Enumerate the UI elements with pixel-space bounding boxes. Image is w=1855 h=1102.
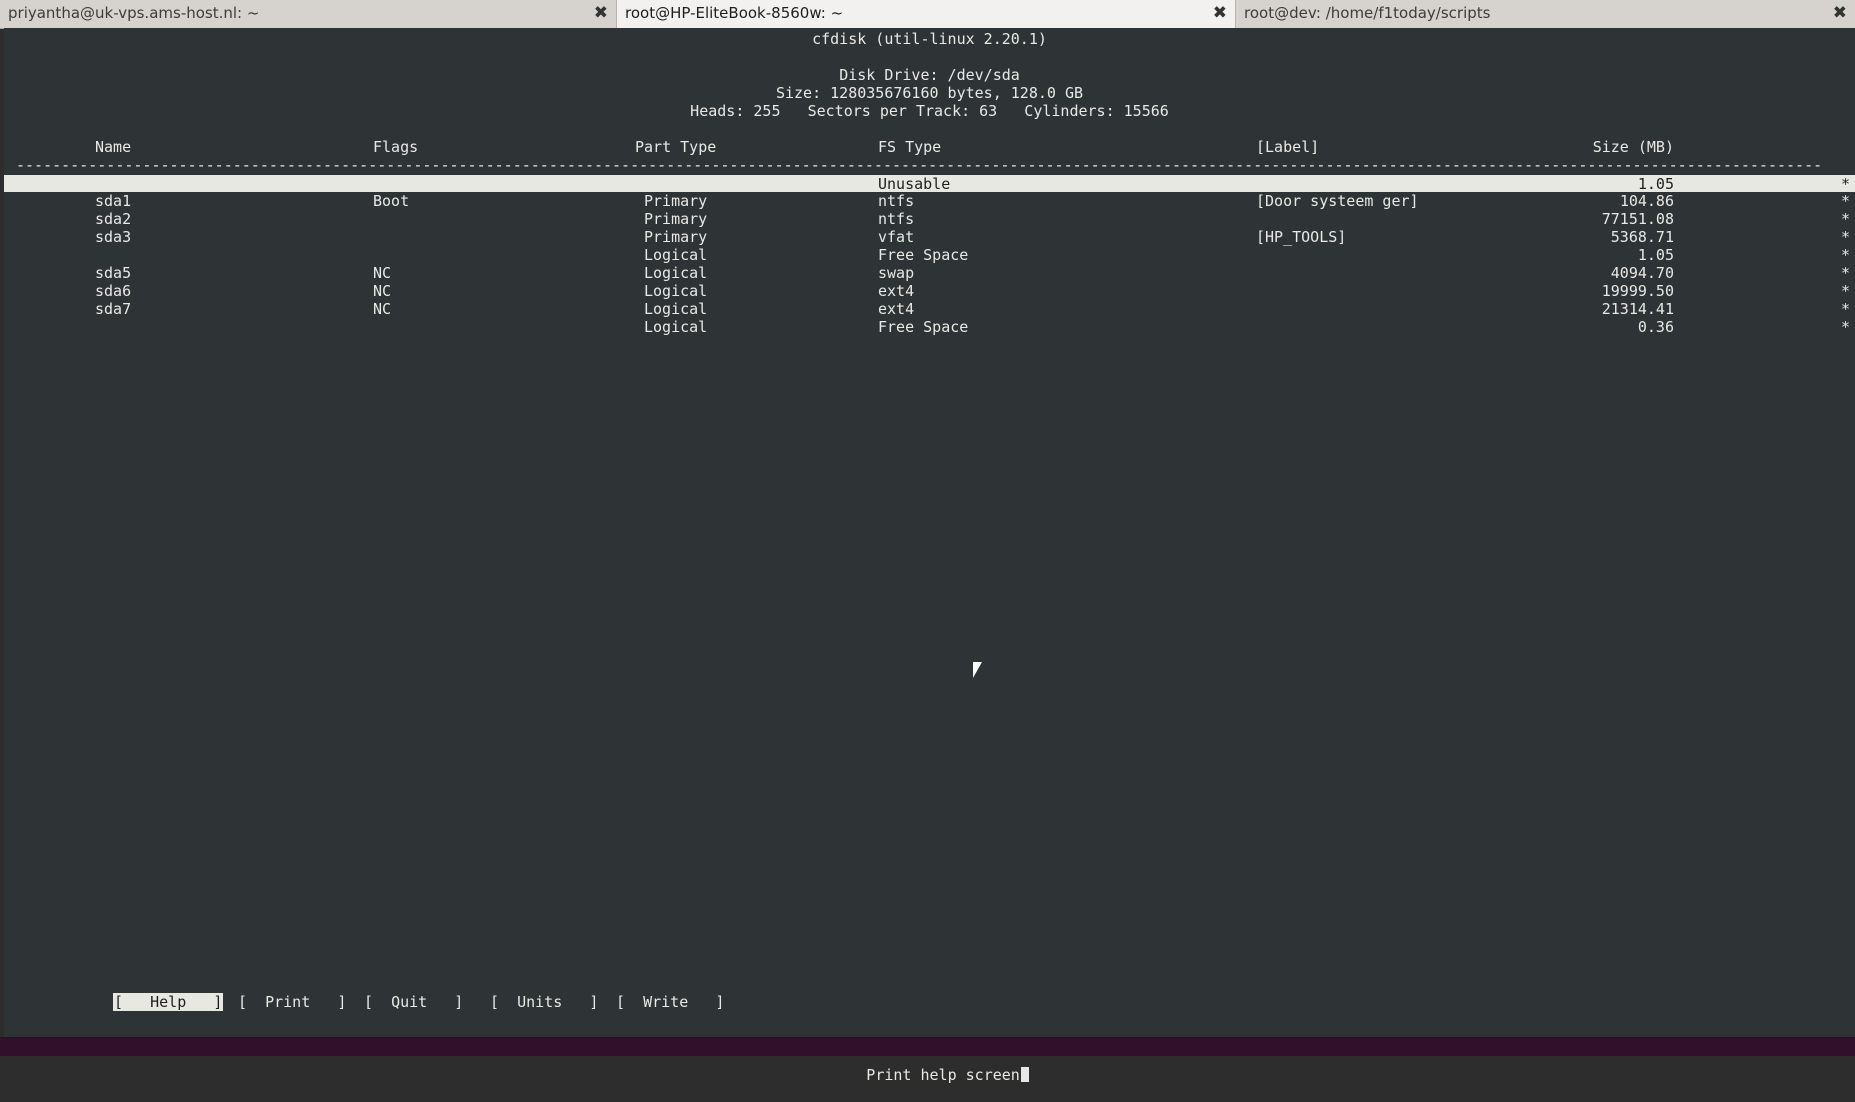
row-marker: *: [1841, 175, 1851, 193]
row-fs-type: Unusable: [878, 175, 951, 193]
table-row[interactable]: sda1 Boot Primary ntfs [Door systeem ger…: [4, 192, 1855, 210]
table-header: Name Flags Part Type FS Type [Label] Siz…: [4, 138, 1855, 156]
bottom-edge: [0, 1037, 1855, 1056]
row-label: [Door systeem ger]: [1256, 192, 1419, 210]
row-size: 21314.41: [1601, 300, 1674, 318]
help-button[interactable]: [ Help ]: [113, 993, 224, 1011]
row-name: sda5: [95, 264, 132, 282]
row-marker: *: [1841, 228, 1851, 246]
tab-title: priyantha@uk-vps.ams-host.nl: ~: [8, 4, 260, 22]
column-flags: Flags: [373, 138, 419, 156]
table-row[interactable]: sda7 NC Logical ext4 21314.41 *: [4, 300, 1855, 318]
table-row[interactable]: sda5 NC Logical swap 4094.70 *: [4, 264, 1855, 282]
tab-bar: priyantha@uk-vps.ams-host.nl: ~ ✖ root@H…: [0, 0, 1855, 29]
row-size: 0.36: [1637, 318, 1674, 336]
tab-root-dev[interactable]: root@dev: /home/f1today/scripts ✖: [1236, 0, 1855, 28]
row-name: sda3: [95, 228, 132, 246]
status-text: Print help screen: [866, 1066, 1020, 1084]
row-part-type: Logical: [644, 264, 708, 282]
print-button[interactable]: [ Print ]: [238, 993, 346, 1011]
row-marker: *: [1841, 210, 1851, 228]
disk-geometry-info: Heads: 255 Sectors per Track: 63 Cylinde…: [690, 102, 1169, 120]
column-size: Size (MB): [1592, 138, 1674, 156]
row-fs-type: Free Space: [878, 246, 969, 264]
row-fs-type: swap: [878, 264, 915, 282]
row-marker: *: [1841, 282, 1851, 300]
row-fs-type: ntfs: [878, 192, 915, 210]
column-part-type: Part Type: [635, 138, 717, 156]
row-label: [HP_TOOLS]: [1256, 228, 1347, 246]
row-name: sda1: [95, 192, 132, 210]
row-part-type: Logical: [644, 300, 708, 318]
row-size: 77151.08: [1601, 210, 1674, 228]
row-part-type: Primary: [644, 192, 708, 210]
row-marker: *: [1841, 300, 1851, 318]
row-part-type: Logical: [644, 318, 708, 336]
row-size: 4094.70: [1610, 264, 1674, 282]
row-flags: Boot: [373, 192, 410, 210]
row-fs-type: ext4: [878, 282, 915, 300]
row-part-type: Logical: [644, 282, 708, 300]
tab-root-elitebook[interactable]: root@HP-EliteBook-8560w: ~ ✖: [617, 0, 1236, 28]
row-marker: *: [1841, 192, 1851, 210]
mouse-pointer-icon: [973, 662, 982, 678]
quit-button[interactable]: [ Quit ]: [364, 993, 463, 1011]
table-row[interactable]: sda3 Primary vfat [HP_TOOLS] 5368.71 *: [4, 228, 1855, 246]
close-icon[interactable]: ✖: [1833, 0, 1847, 27]
column-name: Name: [95, 138, 132, 156]
tab-priyantha-vps[interactable]: priyantha@uk-vps.ams-host.nl: ~ ✖: [0, 0, 617, 28]
close-icon[interactable]: ✖: [594, 0, 608, 27]
row-part-type: Primary: [644, 210, 708, 228]
row-fs-type: vfat: [878, 228, 915, 246]
status-line: Print help screen: [4, 1048, 1855, 1102]
row-size: 19999.50: [1601, 282, 1674, 300]
disk-drive-info: Disk Drive: /dev/sda: [839, 66, 1020, 84]
row-marker: *: [1841, 318, 1851, 336]
row-fs-type: ext4: [878, 300, 915, 318]
cursor-block-icon: [1020, 1067, 1029, 1082]
table-row[interactable]: Logical Free Space 1.05 *: [4, 246, 1855, 264]
row-fs-type: Free Space: [878, 318, 969, 336]
disk-size-info: Size: 128035676160 bytes, 128.0 GB: [775, 84, 1084, 102]
table-row[interactable]: sda6 NC Logical ext4 19999.50 *: [4, 282, 1855, 300]
tab-title: root@HP-EliteBook-8560w: ~: [625, 4, 844, 22]
row-marker: *: [1841, 246, 1851, 264]
row-marker: *: [1841, 264, 1851, 282]
write-button[interactable]: [ Write ]: [616, 993, 724, 1011]
table-row[interactable]: sda2 Primary ntfs 77151.08 *: [4, 210, 1855, 228]
row-flags: NC: [373, 264, 392, 282]
row-size: 1.05: [1637, 246, 1674, 264]
row-flags: NC: [373, 300, 392, 318]
row-name: sda6: [95, 282, 132, 300]
row-size: 104.86: [1619, 192, 1674, 210]
units-button[interactable]: [ Units ]: [490, 993, 598, 1011]
close-icon[interactable]: ✖: [1213, 0, 1227, 27]
table-row[interactable]: Logical Free Space 0.36 *: [4, 318, 1855, 336]
terminal-view[interactable]: cfdisk (util-linux 2.20.1) Disk Drive: /…: [4, 28, 1855, 1084]
column-label: [Label]: [1256, 138, 1320, 156]
row-fs-type: ntfs: [878, 210, 915, 228]
row-part-type: Primary: [644, 228, 708, 246]
tab-title: root@dev: /home/f1today/scripts: [1244, 4, 1491, 22]
column-fs-type: FS Type: [878, 138, 942, 156]
row-size: 1.05: [1637, 175, 1674, 193]
row-name: sda2: [95, 210, 132, 228]
header-divider: ----------------------------------------…: [16, 156, 1823, 174]
app-title: cfdisk (util-linux 2.20.1): [812, 30, 1047, 48]
row-size: 5368.71: [1610, 228, 1674, 246]
table-row-selected[interactable]: Unusable 1.05 *: [4, 175, 1855, 193]
row-flags: NC: [373, 282, 392, 300]
row-part-type: Logical: [644, 246, 708, 264]
row-name: sda7: [95, 300, 132, 318]
